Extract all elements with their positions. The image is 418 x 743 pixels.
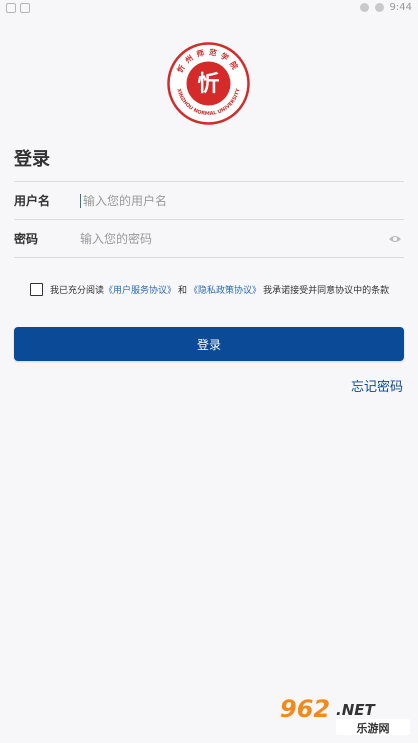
username-row: 用户名 xyxy=(14,182,404,219)
wifi-icon xyxy=(359,3,369,12)
divider xyxy=(14,257,404,258)
username-input[interactable] xyxy=(83,193,404,208)
forgot-password-link[interactable]: 忘记密码 xyxy=(351,376,403,395)
svg-text:乐游网: 乐游网 xyxy=(357,721,390,735)
page-title: 登录 xyxy=(14,149,50,170)
signal-icon xyxy=(374,3,384,12)
agreement-checkbox[interactable] xyxy=(30,283,43,296)
status-time: 9:44 xyxy=(389,2,412,13)
agreement-and: 和 xyxy=(178,286,188,296)
service-agreement-link[interactable]: 《用户服务协议》 xyxy=(104,283,176,296)
svg-text:忻: 忻 xyxy=(197,71,219,97)
eye-icon[interactable] xyxy=(386,230,404,248)
privacy-policy-link[interactable]: 《隐私政策协议》 xyxy=(189,283,261,296)
agreement-prefix: 我已充分阅读 xyxy=(50,286,105,296)
password-input[interactable] xyxy=(80,231,386,246)
text-cursor xyxy=(80,193,81,208)
watermark-logo: 962 .NET 乐游网 xyxy=(278,693,412,737)
svg-text:962: 962 xyxy=(280,695,330,723)
university-logo: 忻州师范学院 XINZHOU NORMAL UNIVERSITY 忻 xyxy=(167,42,250,125)
university-seal-icon: 忻州师范学院 XINZHOU NORMAL UNIVERSITY 忻 xyxy=(167,42,250,125)
login-button[interactable]: 登录 xyxy=(14,327,404,361)
notification-icon xyxy=(6,3,16,13)
notification-icon-2 xyxy=(20,3,30,13)
status-bar: 9:44 xyxy=(0,0,418,20)
agreement-row: 我已充分阅读 《用户服务协议》 和 《隐私政策协议》 我承诺接受并同意协议中的条… xyxy=(30,283,389,296)
password-row: 密码 xyxy=(14,220,404,257)
agreement-suffix: 我承诺接受并同意协议中的条款 xyxy=(263,286,390,296)
status-bar-right: 9:44 xyxy=(359,2,412,13)
svg-text:.NET: .NET xyxy=(336,701,376,719)
status-bar-left xyxy=(6,3,30,13)
password-label: 密码 xyxy=(14,232,39,246)
username-label: 用户名 xyxy=(14,194,51,208)
